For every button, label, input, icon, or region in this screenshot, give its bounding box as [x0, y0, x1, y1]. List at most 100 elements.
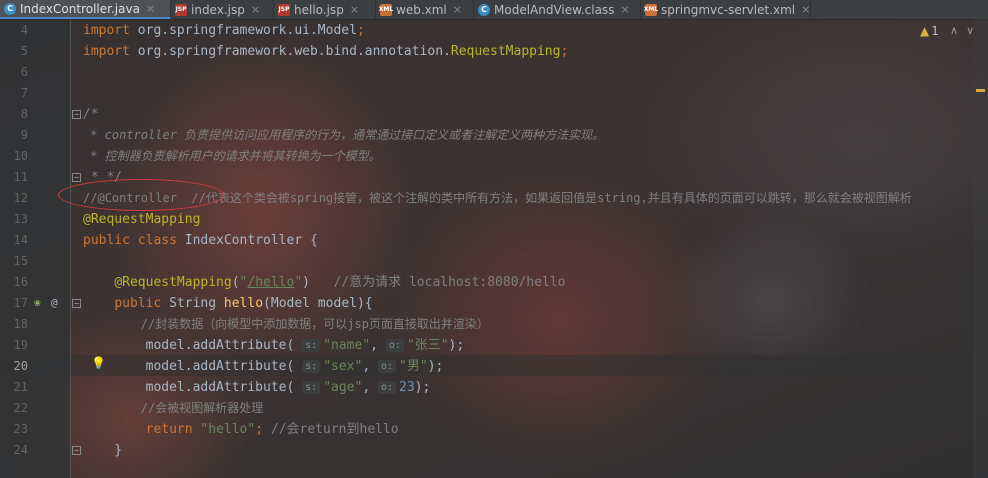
line-number: 13: [13, 212, 28, 226]
tab-web-xml[interactable]: XML web.xml ×: [376, 0, 474, 19]
lightbulb-icon[interactable]: 💡: [91, 356, 106, 370]
code-line: public class IndexController {: [83, 230, 318, 251]
bean-navigation-icon[interactable]: ❀: [34, 292, 41, 313]
xml-file-icon: XML: [379, 3, 393, 16]
parameter-hint: s:: [302, 360, 321, 373]
fold-icon[interactable]: −: [72, 299, 81, 308]
close-icon[interactable]: ×: [350, 3, 359, 16]
tab-label: springmvc-servlet.xml: [661, 2, 796, 17]
fold-icon[interactable]: −: [72, 110, 81, 119]
chevron-down-icon[interactable]: ∨: [966, 24, 982, 37]
line-number: 24: [13, 443, 28, 457]
line-number: 17: [13, 296, 28, 310]
line-number: 11: [13, 170, 28, 184]
parameter-hint: s:: [302, 381, 321, 394]
line-number: 22: [13, 401, 28, 415]
close-icon[interactable]: ×: [146, 2, 155, 15]
annotation: @RequestMapping: [114, 275, 232, 290]
tab-index-controller-java[interactable]: C IndexController.java ×: [0, 0, 171, 19]
line-number: 8: [20, 107, 28, 121]
string-literal: "hello": [200, 422, 256, 437]
tab-label: web.xml: [396, 2, 447, 17]
tab-label: index.jsp: [191, 2, 245, 17]
tab-hello-jsp[interactable]: JSP hello.jsp ×: [274, 0, 376, 19]
keyword: public class: [83, 233, 185, 248]
jsp-file-icon: JSP: [175, 3, 187, 16]
code-line: * controller 负责提供访问应用程序的行为，通常通过接口定义或者注解定…: [83, 128, 605, 142]
import-keyword: import: [83, 23, 138, 38]
line-number: 23: [13, 422, 28, 436]
line-number: 18: [13, 317, 28, 331]
code-line: * 控制器负责解析用户的请求并将其转换为一个模型。: [83, 149, 381, 163]
code-line: import org.springframework.web.bind.anno…: [83, 41, 568, 62]
string-literal: "age": [323, 380, 363, 395]
line-number: 5: [20, 44, 28, 58]
warning-stripe-marker[interactable]: [976, 89, 985, 92]
line-number: 19: [13, 338, 28, 352]
code-line: model.addAttribute( s: "age", o: 23);: [83, 380, 431, 395]
fold-icon[interactable]: −: [72, 446, 81, 455]
red-annotation-circle: [58, 179, 224, 211]
code-line: @RequestMapping: [83, 212, 201, 227]
import-keyword: import: [83, 44, 138, 59]
line-number: 4: [20, 23, 28, 37]
string-literal: "男": [399, 359, 428, 374]
fold-icon[interactable]: −: [72, 173, 81, 182]
code-line-current: model.addAttribute( s: "sex", o: "男");: [83, 359, 444, 374]
close-icon[interactable]: ×: [620, 3, 629, 16]
parameter-hint: s:: [302, 339, 321, 352]
tab-label: ModelAndView.class: [494, 2, 615, 17]
gutter-separator: [70, 19, 71, 478]
string-literal: "/hello": [239, 275, 303, 290]
number-literal: 23: [399, 380, 415, 395]
string-literal: "sex": [323, 359, 363, 374]
line-number-gutter[interactable]: 4 5 6 7 8 9 10 11 12 13 14 15 16 17 18 1…: [0, 19, 70, 478]
code-line: /*: [83, 107, 99, 122]
class-name: IndexController {: [184, 233, 318, 248]
close-icon[interactable]: ×: [801, 3, 810, 16]
line-number: 21: [13, 380, 28, 394]
line-number: 15: [13, 254, 28, 268]
comment: //意为请求 localhost:8080/hello: [333, 275, 566, 290]
code-line: return "hello"; //会return到hello: [145, 422, 399, 437]
close-icon[interactable]: ×: [453, 3, 462, 16]
tab-index-jsp[interactable]: JSP index.jsp ×: [171, 0, 274, 19]
code-editor[interactable]: import org.springframework.ui.Model; imp…: [83, 19, 968, 478]
inspection-warnings-widget[interactable]: ▲ 1: [920, 24, 939, 38]
code-line: }: [83, 443, 123, 458]
warning-count: 1: [931, 24, 939, 38]
line-number: 9: [20, 128, 28, 142]
code-line: public String hello(Model model){: [114, 296, 373, 311]
tab-modelandview-class[interactable]: C ModelAndView.class ×: [474, 0, 641, 19]
chevron-up-icon[interactable]: ∧: [950, 24, 966, 37]
import-target: org.springframework.web.bind.annotation.: [137, 44, 451, 59]
code-line: @RequestMapping("/hello") //意为请求 localho…: [114, 275, 566, 290]
editor-scrollbar[interactable]: [973, 19, 988, 478]
code-line: model.addAttribute( s: "name", o: "张三");: [83, 338, 465, 353]
line-number: 10: [13, 149, 28, 163]
semicolon: ;: [356, 23, 365, 38]
editor-tab-bar: C IndexController.java × JSP index.jsp ×…: [0, 0, 988, 20]
code-line: import org.springframework.ui.Model;: [83, 20, 365, 41]
string-literal: "name": [323, 338, 371, 353]
import-target: org.springframework.ui.Model: [137, 23, 357, 38]
xml-file-icon: XML: [644, 3, 658, 16]
method-name: hello: [223, 296, 264, 311]
string-literal: "张三": [406, 338, 449, 353]
keyword: return: [145, 422, 201, 437]
parameter-hint: o:: [385, 339, 404, 352]
line-number: 7: [20, 86, 28, 100]
tab-springmvc-servlet-xml[interactable]: XML springmvc-servlet.xml ×: [641, 0, 811, 19]
java-class-icon: C: [478, 3, 490, 16]
line-number-current: 20: [13, 359, 28, 373]
override-marker-icon[interactable]: @: [51, 292, 58, 313]
comment: //会return到hello: [270, 422, 399, 437]
line-number: 16: [13, 275, 28, 289]
tab-label: IndexController.java: [20, 1, 140, 16]
jsp-file-icon: JSP: [278, 3, 290, 16]
semicolon: ;: [560, 44, 569, 59]
code-line: //封装数据（向模型中添加数据，可以jsp页面直接取出并渲染）: [83, 317, 489, 331]
close-icon[interactable]: ×: [251, 3, 260, 16]
inspection-nav[interactable]: ∧∨: [950, 24, 982, 37]
line-number: 14: [13, 233, 28, 247]
